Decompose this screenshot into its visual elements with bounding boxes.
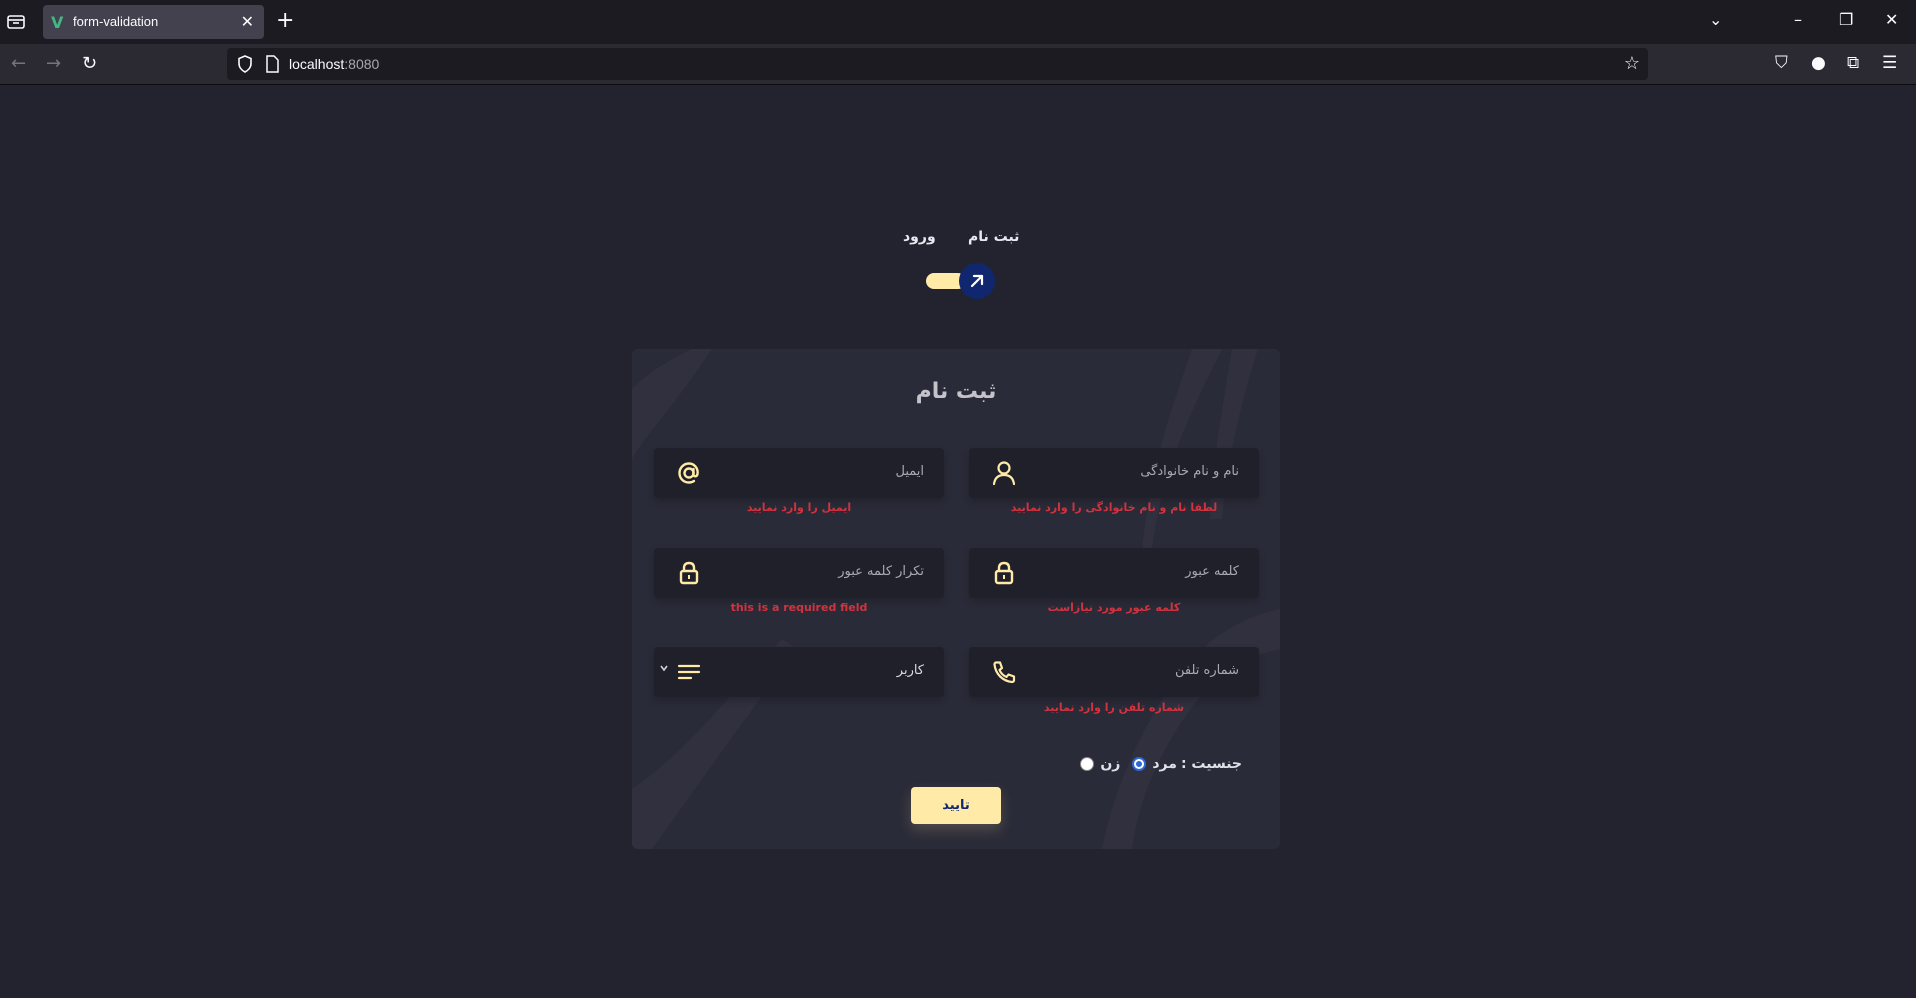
page-icon[interactable]: [265, 55, 279, 73]
fullname-field[interactable]: نام و نام خانوادگی: [969, 448, 1259, 498]
login-toggle-label[interactable]: ورود: [903, 229, 936, 245]
close-window-icon[interactable]: ✕: [1885, 10, 1898, 29]
fullname-placeholder: نام و نام خانوادگی: [1140, 464, 1239, 479]
tab-overflow-icon[interactable]: ⌄: [1709, 10, 1722, 29]
toggle-knob[interactable]: [959, 263, 995, 299]
pocket-icon[interactable]: ⛉: [1775, 53, 1788, 73]
role-value: کاربر: [896, 663, 924, 678]
gender-male-radio[interactable]: [1132, 757, 1147, 771]
forward-icon[interactable]: →: [46, 53, 61, 74]
at-sign-icon: [678, 462, 699, 484]
phone-icon: [993, 661, 1016, 684]
tab-title: form-validation: [73, 14, 159, 29]
role-select[interactable]: کاربر: [654, 647, 944, 697]
shield-icon[interactable]: [237, 55, 253, 73]
browser-tab[interactable]: V form-validation ✕: [43, 5, 264, 39]
new-tab-icon[interactable]: +: [276, 8, 294, 33]
gender-label: جنسیت :: [1180, 756, 1242, 772]
menu-icon[interactable]: ☰: [1882, 53, 1897, 73]
email-field[interactable]: ایمیل: [654, 448, 944, 498]
password-placeholder: کلمه عبور: [1185, 564, 1239, 579]
arrow-up-right-icon: [970, 274, 984, 288]
chevron-down-icon[interactable]: [659, 663, 669, 673]
card-background-pattern: [632, 349, 1280, 849]
email-placeholder: ایمیل: [895, 464, 924, 479]
password-error: کلمه عبور مورد نیازاست: [1047, 601, 1181, 614]
confirm-password-error: this is a required field: [730, 601, 868, 614]
gender-female-label[interactable]: زن: [1100, 756, 1120, 772]
confirm-password-placeholder: تکرار کلمه عبور: [838, 564, 924, 579]
url-text: localhost:8080: [289, 56, 380, 72]
url-bar[interactable]: localhost:8080 ☆: [227, 48, 1648, 80]
extension-avatar-icon[interactable]: ●: [1811, 53, 1826, 73]
lock-icon: [679, 561, 699, 585]
signup-card: ثبت نام نام و نام خانوادگی لطفا نام و نا…: [632, 349, 1280, 849]
vue-icon: V: [51, 13, 64, 32]
navigation-bar: ← → ↻ localhost:8080 ☆ ⛉ ● ⧉ ☰: [0, 44, 1916, 85]
phone-error: شماره تلفن را وارد نمایید: [1043, 701, 1185, 714]
tab-list-icon[interactable]: [6, 12, 26, 32]
confirm-password-field[interactable]: تکرار کلمه عبور: [654, 548, 944, 598]
phone-placeholder: شماره تلفن: [1175, 663, 1239, 678]
email-error: ایمیل را وارد نمایید: [746, 501, 852, 514]
password-field[interactable]: کلمه عبور: [969, 548, 1259, 598]
form-title: ثبت نام: [915, 379, 997, 404]
submit-button[interactable]: تایید: [911, 787, 1001, 824]
back-icon[interactable]: ←: [11, 53, 26, 74]
fullname-error: لطفا نام و نام خانوادگی را وارد نمایید: [1010, 501, 1218, 514]
minimize-icon[interactable]: –: [1794, 10, 1802, 29]
signup-toggle-label[interactable]: ثبت نام: [968, 229, 1019, 245]
phone-field[interactable]: شماره تلفن: [969, 647, 1259, 697]
tab-strip: V form-validation ✕ + ⌄ – ❐ ✕: [0, 0, 1916, 44]
gender-female-radio[interactable]: [1080, 757, 1095, 771]
user-icon: [992, 461, 1016, 486]
reload-icon[interactable]: ↻: [82, 53, 97, 74]
extensions-icon[interactable]: ⧉: [1847, 53, 1859, 73]
lines-icon: [677, 664, 701, 680]
gender-male-label[interactable]: مرد: [1152, 756, 1177, 772]
lock-icon: [994, 561, 1014, 585]
restore-icon[interactable]: ❐: [1839, 10, 1853, 29]
gender-group: جنسیت : مرد زن: [1074, 756, 1242, 772]
close-tab-icon[interactable]: ✕: [241, 12, 254, 31]
bookmark-star-icon[interactable]: ☆: [1624, 53, 1640, 74]
